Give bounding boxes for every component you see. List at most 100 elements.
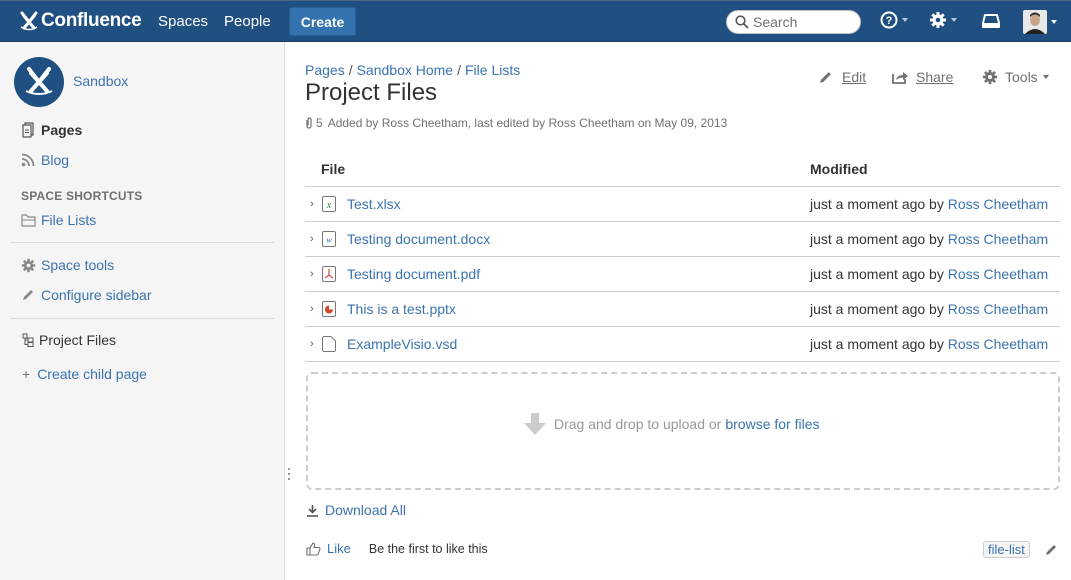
confluence-logo[interactable]: Confluence xyxy=(19,10,142,32)
chevron-right-icon[interactable]: › xyxy=(310,338,314,350)
settings-menu[interactable] xyxy=(929,11,957,29)
chevron-right-icon[interactable]: › xyxy=(310,233,314,245)
breadcrumb: Pages / Sandbox Home / File Lists xyxy=(305,62,520,78)
column-header-file[interactable]: File xyxy=(321,161,345,177)
sidebar-divider xyxy=(10,242,274,243)
breadcrumb-separator: / xyxy=(348,62,353,78)
modified-info: just a moment ago by Ross Cheetham xyxy=(810,266,1048,282)
notifications-inbox-icon xyxy=(982,14,1000,28)
page-tree-current-page[interactable]: Project Files xyxy=(21,332,116,348)
space-sidebar: Sandbox Pages Blog SPACE SHORTCUTS File … xyxy=(0,42,285,580)
author-link[interactable]: Ross Cheetham xyxy=(948,231,1048,247)
generic-file-icon xyxy=(322,336,336,352)
download-all-link[interactable]: Download All xyxy=(306,502,406,518)
user-avatar xyxy=(1023,10,1047,34)
sidebar-space-tools[interactable]: Space tools xyxy=(20,257,114,273)
table-row[interactable]: › ExampleVisio.vsd just a moment ago by … xyxy=(305,327,1060,362)
share-label: Share xyxy=(916,69,954,85)
pencil-icon xyxy=(20,287,36,303)
table-header: File Modified xyxy=(305,152,1060,187)
space-logo[interactable] xyxy=(14,57,64,107)
author-link[interactable]: Ross Cheetham xyxy=(948,266,1048,282)
file-name-link[interactable]: ExampleVisio.vsd xyxy=(347,336,457,352)
edit-button[interactable]: Edit xyxy=(819,69,866,85)
breadcrumb-file-lists[interactable]: File Lists xyxy=(465,62,520,78)
breadcrumb-pages[interactable]: Pages xyxy=(305,62,345,78)
pencil-icon xyxy=(820,71,831,83)
chevron-down-icon xyxy=(902,18,908,22)
author-link[interactable]: Ross Cheetham xyxy=(948,336,1048,352)
chevron-right-icon[interactable]: › xyxy=(310,268,314,280)
sidebar-resize-handle[interactable] xyxy=(288,468,290,483)
like-status: Be the first to like this xyxy=(368,541,488,556)
svg-text:x: x xyxy=(326,200,332,211)
pencil-icon xyxy=(1046,545,1056,555)
space-logo-icon xyxy=(25,67,53,95)
like-button[interactable]: Like xyxy=(327,541,351,556)
author-link[interactable]: Ross Cheetham xyxy=(948,301,1048,317)
file-name-link[interactable]: Test.xlsx xyxy=(347,196,401,212)
modified-info: just a moment ago by Ross Cheetham xyxy=(810,336,1048,352)
table-row[interactable]: › This is a test.pptx just a moment ago … xyxy=(305,292,1060,327)
sidebar-item-label: Space tools xyxy=(41,257,115,273)
nav-spaces[interactable]: Spaces xyxy=(158,13,208,30)
chevron-right-icon[interactable]: › xyxy=(310,198,314,210)
edit-label: Edit xyxy=(842,69,867,85)
search-input[interactable]: Search xyxy=(726,10,861,34)
author-link[interactable]: Ross Cheetham xyxy=(948,196,1048,212)
user-menu[interactable] xyxy=(1023,10,1057,34)
top-navigation-bar: Confluence Spaces People Create Search ? xyxy=(0,0,1071,42)
confluence-logo-icon xyxy=(20,11,38,31)
table-row[interactable]: › Testing document.pdf just a moment ago… xyxy=(305,257,1060,292)
chevron-right-icon[interactable]: › xyxy=(310,303,314,315)
pages-icon xyxy=(20,122,36,138)
modified-info: just a moment ago by Ross Cheetham xyxy=(810,231,1048,247)
page-tree-icon xyxy=(21,332,35,348)
file-name-link[interactable]: Testing document.docx xyxy=(347,231,490,247)
rss-icon xyxy=(20,152,36,168)
nav-people[interactable]: People xyxy=(224,13,271,30)
breadcrumb-sandbox-home[interactable]: Sandbox Home xyxy=(357,62,454,78)
table-row[interactable]: › x Test.xlsx just a moment ago by Ross … xyxy=(305,187,1060,222)
modified-time: just a moment ago by xyxy=(810,196,944,212)
sidebar-item-label: File Lists xyxy=(41,212,97,228)
sidebar-item-blog[interactable]: Blog xyxy=(20,152,69,168)
sidebar-item-label: Blog xyxy=(41,152,70,168)
attachment-count[interactable]: 5 xyxy=(316,116,323,130)
edit-labels-button[interactable] xyxy=(1045,543,1057,559)
sidebar-shortcut-file-lists[interactable]: File Lists xyxy=(20,212,96,228)
plus-icon: + xyxy=(22,366,31,382)
page-tree-label: Project Files xyxy=(39,332,117,348)
help-menu[interactable]: ? xyxy=(880,11,908,29)
attachment-icon[interactable] xyxy=(305,117,313,129)
modified-time: just a moment ago by xyxy=(810,336,944,352)
page-byline: Added by Ross Cheetham, last edited by R… xyxy=(327,116,728,130)
help-icon: ? xyxy=(880,11,898,29)
share-button[interactable]: Share xyxy=(892,69,953,85)
notifications-button[interactable] xyxy=(982,13,1000,29)
download-arrow-icon xyxy=(524,413,546,435)
file-upload-dropzone[interactable]: Drag and drop to upload or browse for fi… xyxy=(306,372,1060,490)
page-label[interactable]: file-list xyxy=(983,541,1030,558)
tools-menu-button[interactable]: Tools xyxy=(982,69,1049,85)
download-icon xyxy=(307,504,318,517)
create-button[interactable]: Create xyxy=(289,7,356,36)
table-row[interactable]: › w Testing document.docx just a moment … xyxy=(305,222,1060,257)
space-name-link[interactable]: Sandbox xyxy=(73,73,128,89)
browse-files-link[interactable]: browse for files xyxy=(725,416,819,432)
sidebar-item-pages[interactable]: Pages xyxy=(20,122,82,138)
file-list-table: File Modified › x Test.xlsx just a momen… xyxy=(305,152,1060,362)
gear-icon xyxy=(20,257,36,273)
app-name: Confluence xyxy=(41,10,142,31)
page-title: Project Files xyxy=(305,79,438,106)
file-name-link[interactable]: This is a test.pptx xyxy=(347,301,456,317)
modified-time: just a moment ago by xyxy=(810,266,944,282)
column-header-modified[interactable]: Modified xyxy=(810,161,868,177)
thumbs-up-icon[interactable] xyxy=(306,541,321,556)
sidebar-item-label: Configure sidebar xyxy=(41,287,152,303)
file-name-link[interactable]: Testing document.pdf xyxy=(347,266,480,282)
create-child-page-link[interactable]: + Create child page xyxy=(22,366,147,382)
create-child-page-label: Create child page xyxy=(37,366,147,382)
download-all-label: Download All xyxy=(325,502,406,518)
sidebar-configure-sidebar[interactable]: Configure sidebar xyxy=(20,287,152,303)
